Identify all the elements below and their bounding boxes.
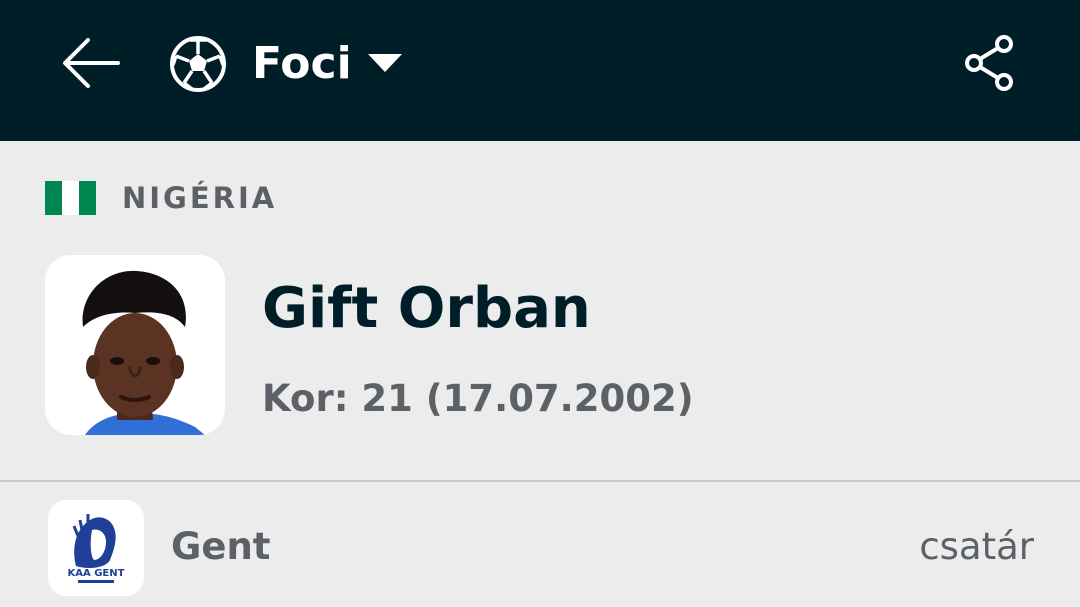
nigeria-flag-icon bbox=[45, 181, 96, 215]
team-name: Gent bbox=[171, 525, 271, 568]
share-button[interactable] bbox=[960, 30, 1022, 96]
caret-down-icon bbox=[368, 54, 402, 72]
player-age: Kor: 21 (17.07.2002) bbox=[262, 377, 694, 420]
sport-label: Foci bbox=[252, 38, 352, 89]
player-name: Gift Orban bbox=[262, 276, 591, 341]
country-label: NIGÉRIA bbox=[122, 181, 278, 215]
top-bar: Foci bbox=[0, 0, 1080, 141]
player-photo bbox=[45, 255, 225, 435]
team-logo-text: KAA GENT bbox=[68, 568, 125, 579]
player-position: csatár bbox=[919, 525, 1034, 568]
team-logo: KAA GENT bbox=[48, 500, 144, 596]
share-icon bbox=[965, 35, 1013, 91]
arrow-left-icon bbox=[63, 38, 120, 88]
team-row[interactable]: KAA GENT Gent csatár bbox=[0, 482, 1080, 607]
back-button[interactable] bbox=[56, 30, 126, 96]
soccer-ball-icon bbox=[170, 36, 226, 92]
